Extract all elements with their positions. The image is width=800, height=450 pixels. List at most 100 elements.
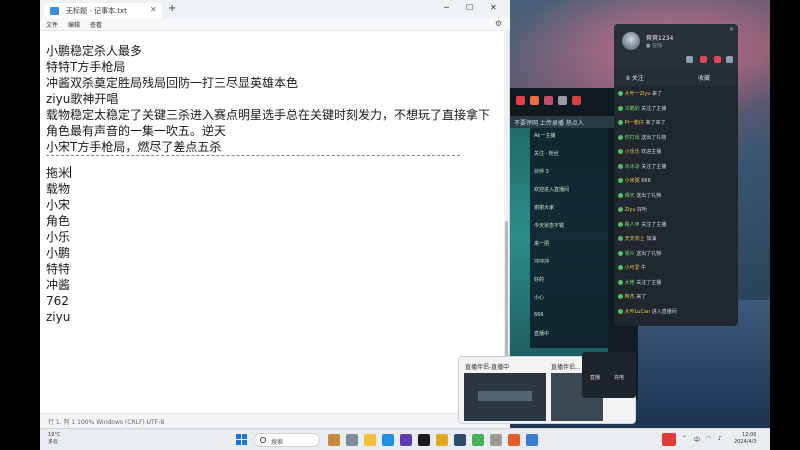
panel-line: 关注 · 粉丝 — [534, 151, 559, 157]
tab-favorite[interactable]: 收藏 — [698, 73, 710, 82]
notepad-tab-title: 无标题 - 记事本.txt — [66, 7, 127, 15]
close-icon[interactable]: ✕ — [150, 5, 157, 14]
menu-view[interactable]: 查看 — [90, 20, 102, 29]
app-icon[interactable] — [418, 434, 430, 446]
chat-message: Pi一鹏仔 来了来了 — [618, 119, 666, 126]
panel-line: 谢谢大家 — [534, 205, 555, 211]
menu-edit[interactable]: 编辑 — [68, 20, 80, 29]
notepad-text-area[interactable]: 小鹏稳定杀人最多 特特T方手枪局 冲酱双杀奠定胜局残局回防一打三尽显英雄本色 z… — [40, 31, 506, 413]
settings-icon[interactable] — [686, 56, 693, 63]
chat-username[interactable]: 阿杰 — [625, 294, 635, 300]
task-view-icon[interactable] — [346, 434, 358, 446]
chat-text: 来了 — [636, 294, 647, 300]
chat-text: 好听 — [637, 207, 648, 213]
wifi-icon[interactable]: ◠ — [706, 435, 711, 442]
gift-icon[interactable] — [530, 96, 539, 105]
mic-icon[interactable] — [572, 96, 581, 105]
ime-icon[interactable] — [662, 433, 676, 446]
player-name: 冲酱 — [46, 278, 71, 292]
app-icon[interactable] — [400, 434, 412, 446]
new-tab-icon[interactable]: + — [168, 3, 176, 14]
tray-chevron-icon[interactable]: ⌃ — [682, 435, 687, 442]
minimize-icon[interactable]: ─ — [444, 3, 449, 12]
chat-message: 你打出 送出了礼物 — [618, 134, 666, 141]
chat-username[interactable]: 冰冰凉 — [625, 164, 640, 170]
player-name: 小乐 — [46, 230, 71, 244]
app-icon[interactable] — [436, 434, 448, 446]
chat-message: 路人甲 关注了主播 — [618, 221, 666, 228]
maximize-icon[interactable]: ☐ — [466, 3, 473, 12]
chat-username[interactable]: Ziyu — [625, 207, 636, 213]
chat-text: 666 — [641, 178, 651, 184]
chat-header: 爽爽1234 ● 在线 ✕ — [614, 24, 738, 68]
chat-text: 来了来了 — [645, 120, 666, 126]
chat-username[interactable]: 小米粥 — [625, 178, 640, 184]
clock[interactable]: 12:00 2024/4/3 — [734, 432, 756, 446]
search-input[interactable]: 搜索 — [254, 433, 320, 447]
file-explorer-icon[interactable] — [364, 434, 376, 446]
chat-username[interactable]: 晴天 — [625, 193, 635, 199]
tab-follow[interactable]: 8 关注 — [626, 73, 644, 82]
panel-line: 直播中 — [534, 331, 550, 337]
chat-username[interactable]: 小乐乐 — [625, 149, 640, 155]
chat-text: 关注了主播 — [641, 105, 667, 112]
windows-logo-icon — [236, 434, 241, 439]
weather-widget[interactable]: 19°C 多云 — [48, 432, 60, 446]
charge-button[interactable]: 充电 — [614, 374, 624, 381]
chat-username[interactable]: 小可爱 — [625, 265, 640, 271]
close-window-icon[interactable]: ✕ — [490, 3, 497, 12]
text-line: ziyu歌神开唱 — [46, 92, 119, 106]
panel-line: 伙伴 3 — [534, 169, 549, 175]
edge-icon[interactable] — [382, 434, 394, 446]
volume-icon[interactable]: ♪ — [718, 435, 722, 442]
chat-text: 送出了礼物 — [641, 134, 667, 141]
stream-chat-panel: Ak一主播 关注 · 粉丝 伙伴 3 欢迎进入直播间 谢谢大家 今天状态不错 来… — [530, 128, 608, 348]
level-badge-icon — [618, 163, 623, 169]
chat-username[interactable]: 路人甲 — [625, 222, 640, 228]
chat-username[interactable]: Pi一鹏仔 — [625, 120, 644, 126]
preview-thumbnail[interactable] — [464, 373, 546, 421]
chat-text: 加油 — [646, 236, 657, 242]
chat-username[interactable]: 冷酷的 — [625, 106, 640, 112]
menu-file[interactable]: 文件 — [46, 20, 58, 29]
chat-message: 大佬 关注了主播 — [618, 279, 661, 286]
ime-language[interactable]: 中 — [694, 435, 700, 444]
chat-text: 进入直播间 — [651, 308, 677, 315]
player-name: 角色 — [46, 214, 71, 228]
chat-message-list[interactable]: 大叶一Ziyu 来了 冷酷的 关注了主播 Pi一鹏仔 来了来了 你打出 送出了礼… — [614, 86, 738, 326]
gear-icon[interactable]: ⚙ — [495, 19, 502, 28]
record-icon[interactable] — [516, 96, 525, 105]
chat-username[interactable]: 大叶LuCan — [625, 309, 651, 315]
chat-username[interactable]: 大佬 — [625, 280, 635, 286]
app-icon[interactable] — [508, 434, 520, 446]
menu-icon[interactable] — [726, 56, 733, 63]
preview-title-2: 直播伴侣... — [551, 364, 581, 371]
chat-window[interactable]: 爽爽1234 ● 在线 ✕ 8 关注 收藏 大叶一Ziyu 来了 冷酷的 关注了… — [614, 24, 738, 326]
close-icon[interactable]: ✕ — [729, 26, 734, 33]
weather-temp: 19°C — [48, 432, 61, 438]
chat-message: 小乐乐 欢迎主播 — [618, 148, 661, 155]
text-caret — [70, 166, 72, 178]
user-icon[interactable] — [558, 96, 567, 105]
notepad-titlebar[interactable]: 无标题 - 记事本.txt ✕ + ─ ☐ ✕ — [40, 0, 510, 18]
clock-date: 2024/4/3 — [734, 439, 757, 445]
message-icon[interactable] — [714, 56, 721, 63]
notepad-tab[interactable]: 无标题 - 记事本.txt ✕ — [44, 3, 162, 18]
chat-username[interactable]: 大叶一Ziyu — [625, 91, 651, 97]
avatar[interactable] — [622, 32, 640, 50]
app-icon[interactable] — [490, 434, 502, 446]
chat-message: 小可爱 牛 — [618, 264, 646, 271]
chat-username[interactable]: 观众 — [625, 251, 635, 257]
app-icon[interactable] — [454, 434, 466, 446]
wechat-icon[interactable] — [472, 434, 484, 446]
chat-message: 晴天 送出了礼物 — [618, 192, 661, 199]
app-icon-game[interactable] — [328, 434, 340, 446]
chat-username[interactable]: 你打出 — [625, 135, 640, 141]
notification-icon[interactable] — [700, 56, 707, 63]
heart-icon[interactable] — [544, 96, 553, 105]
notepad-window[interactable]: 无标题 - 记事本.txt ✕ + ─ ☐ ✕ 文件 编辑 查看 ⚙ 小鹏稳定杀… — [40, 0, 510, 428]
chat-username[interactable]: 天天向上 — [625, 236, 645, 242]
start-button[interactable] — [236, 434, 247, 445]
live-button[interactable]: 直播 — [590, 374, 600, 381]
notepad-taskbar-icon[interactable] — [526, 434, 538, 446]
